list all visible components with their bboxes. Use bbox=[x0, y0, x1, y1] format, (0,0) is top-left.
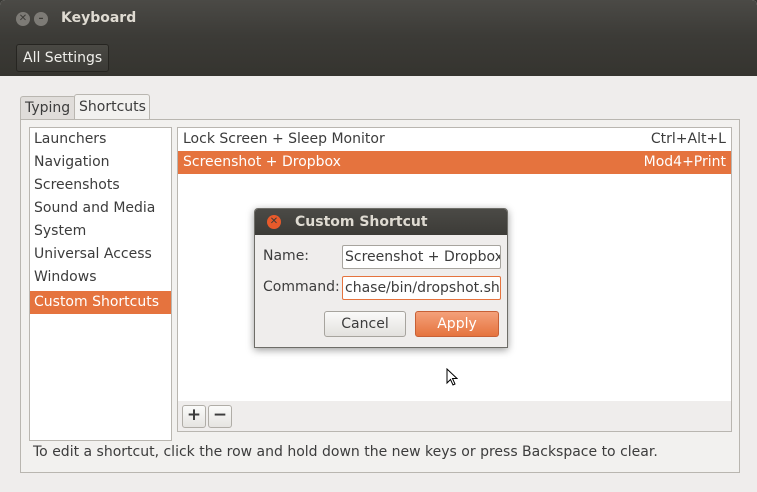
apply-button[interactable]: Apply bbox=[415, 311, 499, 337]
all-settings-button[interactable]: All Settings bbox=[16, 44, 110, 72]
hint-text: To edit a shortcut, click the row and ho… bbox=[33, 444, 658, 460]
shortcut-row[interactable]: Screenshot + Dropbox Mod4+Print bbox=[178, 151, 731, 174]
dialog-title: Custom Shortcut bbox=[295, 214, 428, 230]
category-universal-access[interactable]: Universal Access bbox=[30, 243, 171, 266]
list-toolbar: + − bbox=[177, 401, 732, 432]
close-icon[interactable]: ✕ bbox=[267, 215, 281, 229]
category-system[interactable]: System bbox=[30, 220, 171, 243]
category-screenshots[interactable]: Screenshots bbox=[30, 174, 171, 197]
tab-shortcuts[interactable]: Shortcuts bbox=[74, 94, 150, 120]
shortcut-name: Screenshot + Dropbox bbox=[183, 154, 341, 170]
title-bar: ✕ – Keyboard bbox=[0, 0, 757, 36]
dialog-title-bar: ✕ Custom Shortcut bbox=[255, 209, 507, 235]
mouse-pointer-icon bbox=[446, 368, 458, 386]
top-toolbar: All Settings bbox=[0, 36, 757, 76]
cancel-button[interactable]: Cancel bbox=[324, 311, 406, 337]
close-icon[interactable]: ✕ bbox=[16, 12, 30, 26]
category-windows[interactable]: Windows bbox=[30, 266, 171, 289]
window-title: Keyboard bbox=[61, 10, 137, 26]
category-navigation[interactable]: Navigation bbox=[30, 151, 171, 174]
category-custom-shortcuts[interactable]: Custom Shortcuts bbox=[30, 291, 171, 314]
remove-shortcut-button[interactable]: − bbox=[208, 405, 232, 428]
tab-typing[interactable]: Typing bbox=[20, 96, 76, 119]
command-field[interactable]: chase/bin/dropshot.sh bbox=[342, 276, 501, 300]
minimize-icon[interactable]: – bbox=[34, 12, 48, 26]
shortcut-accel: Mod4+Print bbox=[643, 154, 726, 170]
category-sound-and-media[interactable]: Sound and Media bbox=[30, 197, 171, 220]
name-label: Name: bbox=[263, 248, 310, 264]
command-label: Command: bbox=[263, 279, 340, 295]
name-field[interactable]: Screenshot + Dropbox bbox=[342, 245, 501, 269]
custom-shortcut-dialog: ✕ Custom Shortcut Name: Screenshot + Dro… bbox=[254, 208, 508, 348]
shortcut-accel: Ctrl+Alt+L bbox=[650, 131, 726, 147]
shortcut-name: Lock Screen + Sleep Monitor bbox=[183, 131, 385, 147]
shortcut-row[interactable]: Lock Screen + Sleep Monitor Ctrl+Alt+L bbox=[178, 128, 731, 151]
category-list: Launchers Navigation Screenshots Sound a… bbox=[29, 127, 172, 441]
add-shortcut-button[interactable]: + bbox=[182, 405, 206, 428]
category-launchers[interactable]: Launchers bbox=[30, 128, 171, 151]
